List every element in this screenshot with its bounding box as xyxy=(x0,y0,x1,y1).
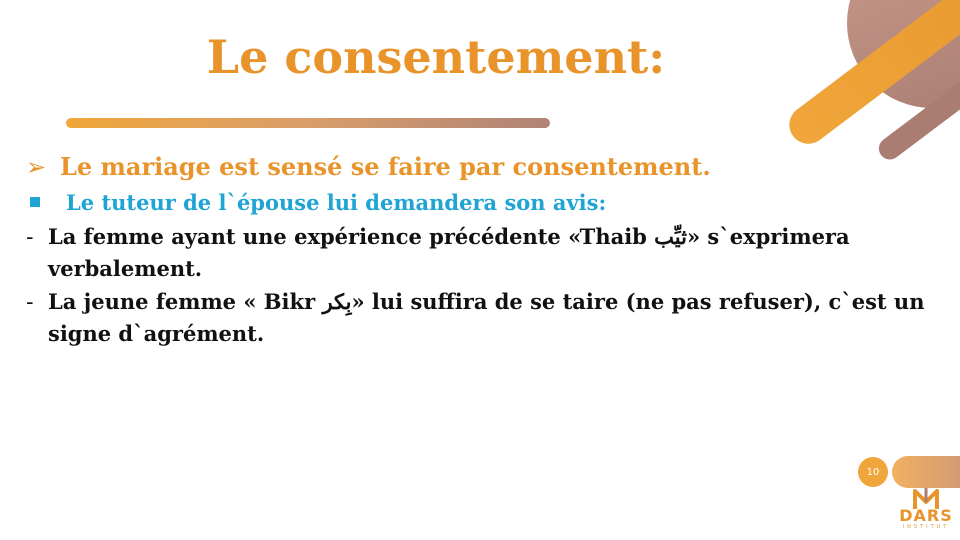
logo-subtext: INSTITUT xyxy=(902,524,950,530)
bullet-level2: Le tuteur de l`épouse lui demandera son … xyxy=(26,186,936,220)
logo-text: DARS xyxy=(899,506,953,525)
slide: Le consentement: ➢ Le mariage est sensé … xyxy=(0,0,960,540)
dash-bullet-icon: - xyxy=(26,225,34,249)
bullet-level1-text: Le mariage est sensé se faire par consen… xyxy=(60,152,711,181)
dash-item-text: La jeune femme « Bikr بِكر» lui suffira … xyxy=(48,289,925,346)
dash-item-text: La femme ayant une expérience précédente… xyxy=(48,224,850,281)
slide-title: Le consentement: xyxy=(206,30,666,84)
bullet-level2-text: Le tuteur de l`épouse lui demandera son … xyxy=(66,190,607,215)
page-pill-decoration xyxy=(892,456,960,488)
dash-item: - La jeune femme « Bikr بِكر» lui suffir… xyxy=(26,286,936,350)
page-number: 10 xyxy=(858,457,888,487)
dash-item: - La femme ayant une expérience précéden… xyxy=(26,221,936,285)
bullet-level1: ➢ Le mariage est sensé se faire par cons… xyxy=(26,150,936,184)
dash-bullet-icon: - xyxy=(26,290,34,314)
title-underline-bar xyxy=(66,118,550,128)
slide-content: ➢ Le mariage est sensé se faire par cons… xyxy=(26,150,936,350)
dars-logo: DARS INSTITUT xyxy=(895,488,957,538)
arrow-bullet-icon: ➢ xyxy=(26,153,47,181)
square-bullet-icon xyxy=(30,197,40,207)
